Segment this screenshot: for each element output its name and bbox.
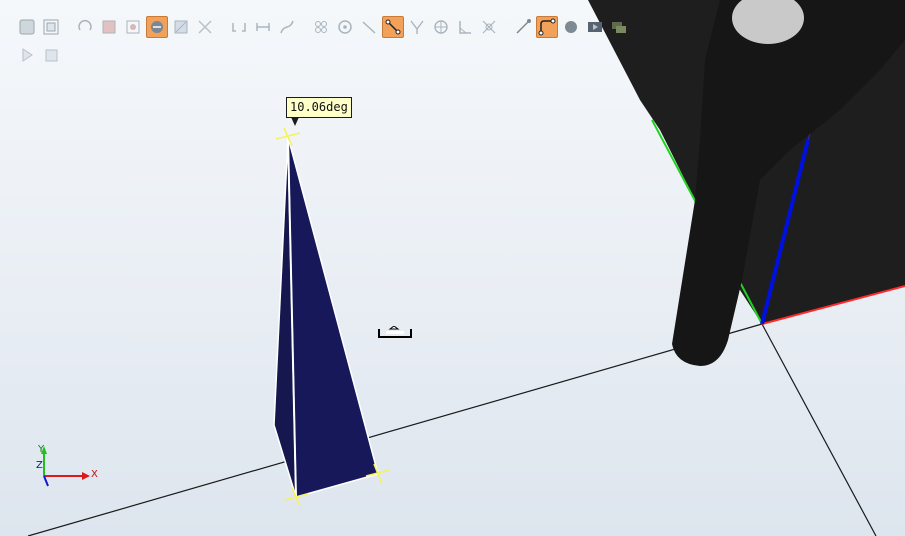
wireframe-view-icon[interactable] <box>40 16 62 38</box>
media-icon[interactable] <box>584 16 606 38</box>
triad-z-label: Z <box>36 460 43 471</box>
ground-edge-line <box>27 323 763 536</box>
3d-viewport[interactable]: 10.06deg Y X Z <box>0 0 905 536</box>
snap-path-icon[interactable] <box>276 16 298 38</box>
ground-edge-line-2 <box>761 323 877 536</box>
measure-angle-icon[interactable] <box>406 16 428 38</box>
snap-end-icon[interactable] <box>358 16 380 38</box>
tetra-face-right[interactable] <box>287 136 379 498</box>
point-to-point-icon[interactable] <box>512 16 534 38</box>
mouse-cursor-icon <box>378 326 412 338</box>
simulation-toolbar <box>16 44 62 66</box>
3d-scene[interactable] <box>0 0 905 536</box>
select-path-icon[interactable] <box>170 16 192 38</box>
rotate-view-icon[interactable] <box>74 16 96 38</box>
angle-measurement-tooltip: 10.06deg <box>286 97 352 126</box>
snap-grid-icon[interactable] <box>310 16 332 38</box>
select-group-icon[interactable] <box>194 16 216 38</box>
snap-object-icon[interactable] <box>228 16 250 38</box>
play-icon[interactable] <box>16 44 38 66</box>
measure-arc-icon[interactable] <box>536 16 558 38</box>
measure-distance-icon[interactable] <box>382 16 404 38</box>
viewport-toolbar <box>16 16 630 38</box>
stop-icon[interactable] <box>40 44 62 66</box>
snap-center-icon[interactable] <box>334 16 356 38</box>
triad-y-label: Y <box>37 444 45 455</box>
measure-diameter-icon[interactable] <box>430 16 452 38</box>
select-target-icon[interactable] <box>146 16 168 38</box>
snap-edge-icon[interactable] <box>252 16 274 38</box>
select-part-icon[interactable] <box>98 16 120 38</box>
select-frame-icon[interactable] <box>122 16 144 38</box>
layers-icon[interactable] <box>608 16 630 38</box>
record-icon[interactable] <box>560 16 582 38</box>
orientation-triad: Y X Z <box>36 444 98 487</box>
measure-shortest-icon[interactable] <box>478 16 500 38</box>
shaded-view-icon[interactable] <box>16 16 38 38</box>
triad-x-label: X <box>91 469 98 480</box>
triad-z-axis <box>43 475 49 487</box>
measure-frame-icon[interactable] <box>454 16 476 38</box>
